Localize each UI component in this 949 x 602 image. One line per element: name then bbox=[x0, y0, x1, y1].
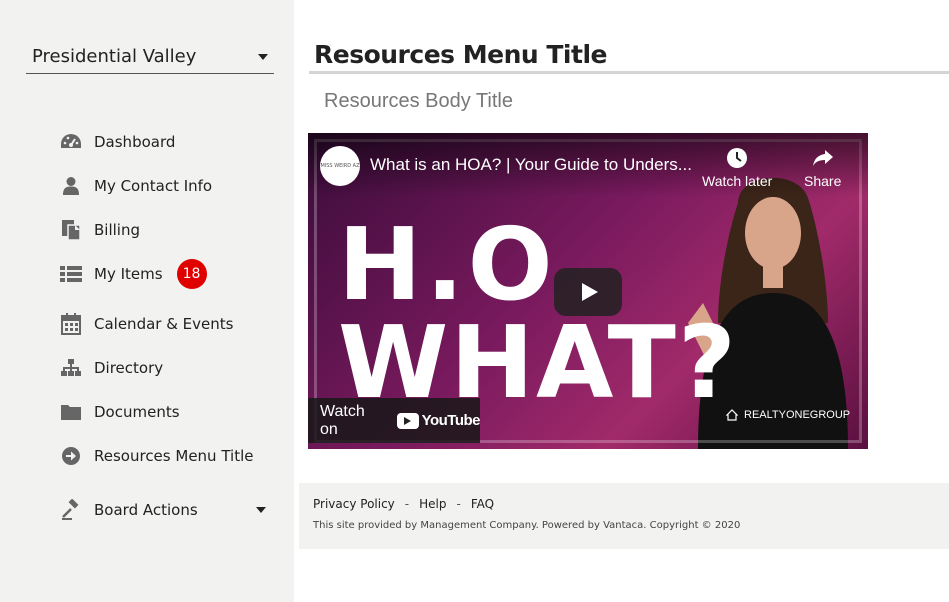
sidebar-item-label: My Items bbox=[94, 265, 163, 283]
channel-avatar[interactable]: MISS WEIRD AZ bbox=[320, 146, 360, 186]
copyright-text: This site provided by Management Company… bbox=[313, 520, 741, 531]
body-title: Resources Body Title bbox=[324, 90, 513, 112]
page-title: Resources Menu Title bbox=[314, 40, 607, 69]
calendar-icon bbox=[60, 313, 82, 335]
youtube-wordmark: YouTube bbox=[421, 412, 481, 429]
user-icon bbox=[60, 175, 82, 197]
watch-later-button[interactable]: Watch later bbox=[702, 147, 772, 189]
share-label: Share bbox=[804, 173, 842, 189]
footer-separator: - bbox=[456, 497, 461, 511]
house-icon bbox=[726, 409, 738, 421]
sidebar-item-documents[interactable]: Documents bbox=[60, 400, 180, 424]
title-divider bbox=[309, 71, 949, 74]
sitemap-icon bbox=[60, 357, 82, 379]
footer-links: Privacy Policy - Help - FAQ bbox=[313, 497, 494, 511]
video-title-link[interactable]: What is an HOA? | Your Guide to Unders..… bbox=[370, 155, 700, 175]
sidebar-item-label: Dashboard bbox=[94, 133, 176, 151]
brand-watermark: REALTYONEGROUP bbox=[726, 409, 850, 421]
clock-icon bbox=[727, 148, 748, 168]
share-button[interactable]: Share bbox=[804, 147, 841, 189]
list-icon bbox=[60, 263, 82, 285]
notification-badge: 18 bbox=[176, 259, 207, 289]
privacy-policy-link[interactable]: Privacy Policy bbox=[313, 497, 395, 511]
gavel-icon bbox=[60, 499, 82, 521]
sidebar-item-label: My Contact Info bbox=[94, 177, 213, 195]
sidebar-item-resources[interactable]: Resources Menu Title bbox=[60, 444, 253, 468]
share-icon bbox=[812, 150, 833, 166]
youtube-logo: YouTube bbox=[396, 412, 481, 429]
watch-on-youtube-button[interactable]: Watch on YouTube bbox=[308, 398, 481, 443]
faq-link[interactable]: FAQ bbox=[471, 497, 494, 511]
sidebar-item-label: Billing bbox=[94, 221, 140, 239]
sidebar-item-billing[interactable]: Billing bbox=[60, 218, 140, 242]
caret-down-icon bbox=[258, 53, 268, 60]
community-selector[interactable]: Presidential Valley bbox=[26, 40, 274, 74]
sidebar-item-directory[interactable]: Directory bbox=[60, 356, 163, 380]
thumbnail-headline-line1: H.O bbox=[338, 206, 557, 323]
sidebar-item-label: Calendar & Events bbox=[94, 315, 234, 333]
sidebar-item-label: Resources Menu Title bbox=[94, 447, 254, 465]
sidebar: Presidential Valley Dashboard My Contact… bbox=[0, 0, 294, 602]
watch-later-label: Watch later bbox=[702, 173, 773, 189]
sidebar-item-calendar-events[interactable]: Calendar & Events bbox=[60, 312, 233, 336]
arrow-circle-right-icon bbox=[60, 445, 82, 467]
play-button[interactable] bbox=[554, 268, 622, 316]
youtube-play-icon bbox=[396, 412, 419, 429]
youtube-video-embed[interactable]: H.O WHAT? MISS WEIRD AZ What is an HOA? … bbox=[308, 133, 868, 449]
dashboard-icon bbox=[60, 131, 82, 153]
sidebar-item-label: Directory bbox=[94, 359, 164, 377]
channel-logo-text: MISS WEIRD AZ bbox=[320, 163, 360, 169]
watch-on-label: Watch on bbox=[320, 402, 365, 438]
sidebar-item-label: Documents bbox=[94, 403, 180, 421]
chevron-down-icon bbox=[256, 507, 266, 513]
sidebar-item-dashboard[interactable]: Dashboard bbox=[60, 130, 175, 154]
folder-icon bbox=[60, 401, 82, 423]
sidebar-item-my-items[interactable]: My Items 18 bbox=[60, 259, 207, 289]
help-link[interactable]: Help bbox=[419, 497, 446, 511]
brand-watermark-text: REALTYONEGROUP bbox=[744, 409, 851, 421]
play-icon bbox=[582, 283, 598, 301]
sidebar-item-label: Board Actions bbox=[94, 501, 198, 519]
footer: Privacy Policy - Help - FAQ This site pr… bbox=[299, 483, 949, 549]
billing-icon bbox=[60, 219, 82, 241]
sidebar-item-my-contact-info[interactable]: My Contact Info bbox=[60, 174, 212, 198]
sidebar-item-board-actions[interactable]: Board Actions bbox=[60, 498, 274, 522]
community-selector-value: Presidential Valley bbox=[32, 46, 197, 67]
footer-separator: - bbox=[404, 497, 410, 511]
